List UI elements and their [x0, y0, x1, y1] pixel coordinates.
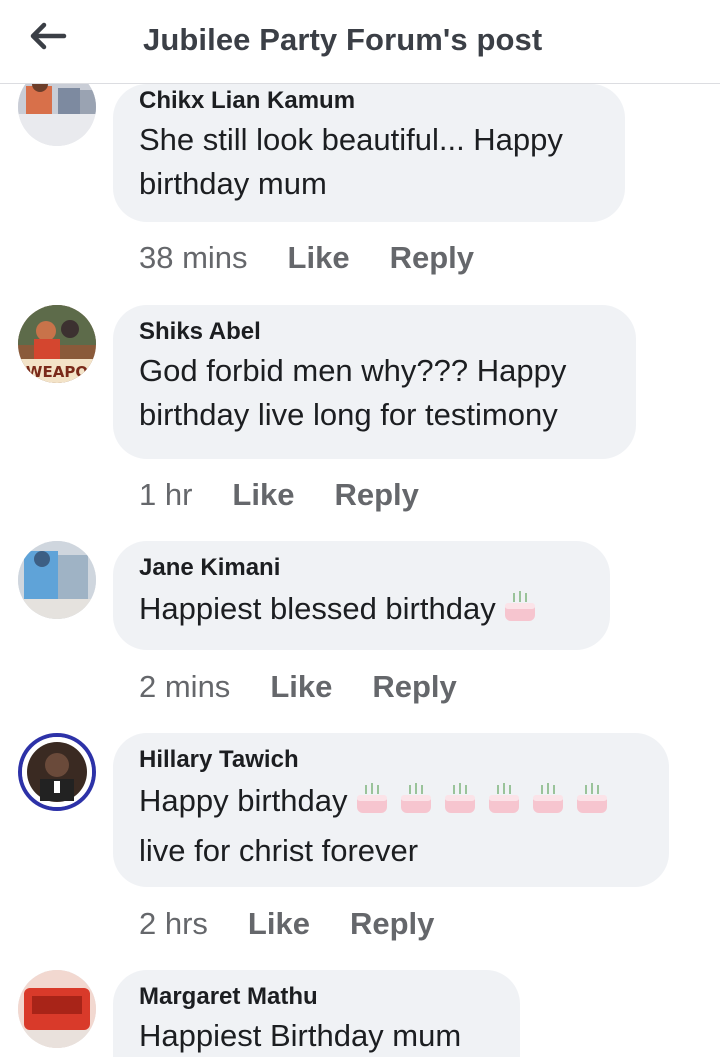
comment-text-body: live for christ forever	[139, 833, 419, 868]
page-title: Jubilee Party Forum's post	[143, 22, 543, 57]
comment-bubble[interactable]: Jane Kimani Happiest blessed birthday	[113, 541, 610, 650]
comments-page: Jubilee Party Forum's post Chikx Lian Ka…	[0, 0, 720, 1057]
birthday-cake-icon	[352, 777, 392, 829]
comment-bubble[interactable]: Hillary Tawich Happy birthday live for ch…	[113, 733, 669, 887]
like-button[interactable]: Like	[232, 477, 294, 513]
comment-author[interactable]: Jane Kimani	[139, 553, 584, 583]
comment-author[interactable]: Chikx Lian Kamum	[139, 86, 599, 116]
comment-time[interactable]: 1 hr	[139, 477, 192, 513]
like-button[interactable]: Like	[288, 240, 350, 276]
birthday-cake-icon	[440, 777, 480, 829]
reply-button[interactable]: Reply	[350, 906, 434, 942]
birthday-cake-icon	[500, 585, 540, 637]
comment-actions: 2 mins Like Reply	[139, 667, 457, 707]
comment-actions: 1 hr Like Reply	[139, 475, 419, 515]
reply-button[interactable]: Reply	[372, 669, 456, 705]
comment-time[interactable]: 38 mins	[139, 240, 248, 276]
avatar-text: WEAPO	[26, 363, 88, 381]
comment-text: Happiest Birthday mum	[139, 1018, 462, 1053]
comment-time[interactable]: 2 hrs	[139, 906, 208, 942]
comment-author[interactable]: Hillary Tawich	[139, 745, 643, 775]
avatar[interactable]	[18, 541, 96, 619]
comment-text: God forbid men why??? Happy birthday liv…	[139, 353, 567, 432]
back-arrow-icon	[30, 22, 67, 50]
comment-actions: 2 hrs Like Reply	[139, 904, 434, 944]
comment-time[interactable]: 2 mins	[139, 669, 230, 705]
avatar[interactable]	[18, 970, 96, 1048]
birthday-cake-icon	[396, 777, 436, 829]
comment-text: She still look beautiful... Happy birthd…	[139, 122, 563, 201]
comment-text-body: Happiest blessed birthday	[139, 591, 496, 626]
back-button[interactable]	[22, 16, 74, 56]
reply-button[interactable]: Reply	[390, 240, 474, 276]
avatar[interactable]	[18, 733, 96, 811]
comment-text: Happiest blessed birthday	[139, 585, 584, 637]
comment-bubble[interactable]: Shiks Abel God forbid men why??? Happy b…	[113, 305, 636, 459]
top-bar: Jubilee Party Forum's post	[0, 0, 720, 84]
reply-button[interactable]: Reply	[334, 477, 418, 513]
birthday-cake-icon	[484, 777, 524, 829]
comment-actions: 38 mins Like Reply	[139, 238, 474, 278]
comment-author[interactable]: Shiks Abel	[139, 317, 610, 347]
comment-bubble[interactable]: Margaret Mathu Happiest Birthday mum	[113, 970, 520, 1057]
avatar[interactable]: WEAPO	[18, 305, 96, 383]
comment-bubble[interactable]: Chikx Lian Kamum She still look beautifu…	[113, 84, 625, 222]
comment-text-body: Happy birthday	[139, 783, 348, 818]
like-button[interactable]: Like	[248, 906, 310, 942]
comment-text: Happy birthday live for christ forever	[139, 777, 643, 873]
birthday-cake-icon	[572, 777, 612, 829]
birthday-cake-icon	[528, 777, 568, 829]
like-button[interactable]: Like	[270, 669, 332, 705]
comment-author[interactable]: Margaret Mathu	[139, 982, 494, 1012]
